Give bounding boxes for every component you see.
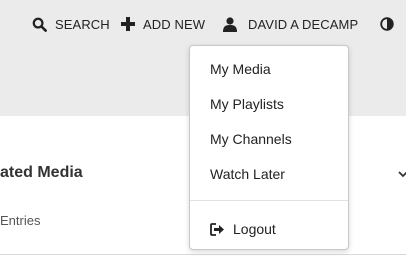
- chevron-down-icon[interactable]: [398, 166, 406, 178]
- add-new-label: ADD NEW: [143, 16, 206, 32]
- contrast-icon: [380, 17, 394, 31]
- search-icon: [32, 17, 47, 32]
- menu-separator: [190, 200, 348, 201]
- user-icon: [223, 16, 237, 32]
- user-name-label: DAVID A DECAMP: [248, 16, 359, 32]
- logout-label: Logout: [233, 221, 276, 237]
- logout-icon: [210, 222, 225, 236]
- menu-item-watch-later[interactable]: Watch Later: [210, 166, 285, 182]
- section-entries-count: Entries: [0, 213, 41, 228]
- search-button[interactable]: SEARCH: [32, 13, 110, 35]
- search-label: SEARCH: [55, 16, 110, 32]
- user-menu-button[interactable]: DAVID A DECAMP: [223, 13, 358, 35]
- add-new-button[interactable]: ADD NEW: [121, 13, 205, 35]
- section-divider: [0, 254, 406, 255]
- user-dropdown-menu: My Media My Playlists My Channels Watch …: [189, 45, 349, 250]
- menu-item-my-playlists[interactable]: My Playlists: [210, 96, 284, 112]
- menu-item-logout[interactable]: Logout: [210, 221, 276, 237]
- section-title: ated Media: [0, 164, 83, 181]
- plus-icon: [121, 17, 135, 31]
- menu-item-my-channels[interactable]: My Channels: [210, 131, 292, 147]
- contrast-toggle-button[interactable]: [380, 13, 394, 35]
- menu-item-my-media[interactable]: My Media: [210, 61, 271, 77]
